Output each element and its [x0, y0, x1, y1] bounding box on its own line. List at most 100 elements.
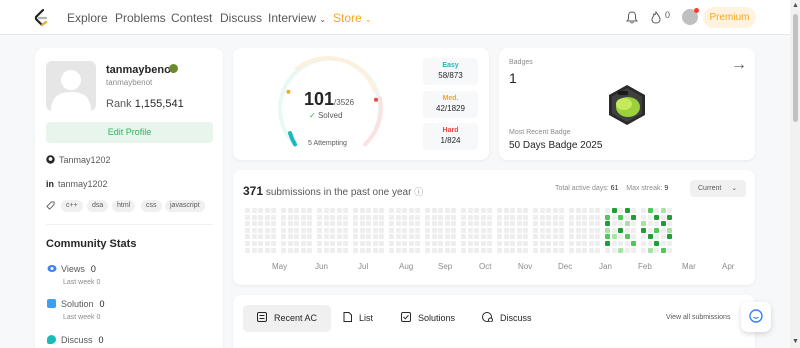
heatmap-cell[interactable]: [552, 221, 558, 227]
heatmap-cell[interactable]: [258, 221, 264, 227]
heatmap-cell[interactable]: [251, 227, 257, 233]
heatmap-cell[interactable]: [294, 208, 300, 213]
heatmap-cell[interactable]: [503, 214, 509, 220]
heatmap-cell[interactable]: [559, 214, 565, 220]
heatmap-cell[interactable]: [497, 241, 502, 246]
heatmap-cell[interactable]: [533, 208, 538, 213]
heatmap-cell[interactable]: [323, 208, 329, 213]
heatmap-cell[interactable]: [624, 221, 630, 227]
heatmap-cell[interactable]: [654, 241, 660, 246]
heatmap-cell[interactable]: [294, 214, 300, 220]
heatmap-cell[interactable]: [444, 234, 450, 240]
heatmap-cell[interactable]: [336, 221, 342, 227]
heatmap-cell[interactable]: [444, 241, 450, 246]
heatmap-cell[interactable]: [431, 214, 437, 220]
heatmap-cell[interactable]: [336, 227, 342, 233]
heatmap-cell[interactable]: [379, 241, 385, 246]
heatmap-cell[interactable]: [343, 227, 349, 233]
heatmap-cell[interactable]: [438, 221, 444, 227]
heatmap-cell[interactable]: [372, 214, 378, 220]
nav-store[interactable]: Store ⌄: [333, 11, 372, 25]
heatmap-cell[interactable]: [359, 227, 365, 233]
heatmap-cell[interactable]: [271, 247, 277, 253]
heatmap-cell[interactable]: [438, 247, 444, 253]
heatmap-cell[interactable]: [624, 241, 630, 246]
heatmap-cell[interactable]: [647, 221, 653, 227]
heatmap-cell[interactable]: [611, 227, 617, 233]
heatmap-cell[interactable]: [307, 227, 313, 233]
heatmap-cell[interactable]: [654, 227, 660, 233]
heatmap-cell[interactable]: [330, 247, 336, 253]
heatmap-cell[interactable]: [294, 241, 300, 246]
heatmap-cell[interactable]: [343, 234, 349, 240]
heatmap-cell[interactable]: [516, 247, 522, 253]
heatmap-cell[interactable]: [487, 221, 493, 227]
heatmap-cell[interactable]: [287, 241, 293, 246]
heatmap-cell[interactable]: [366, 247, 372, 253]
heatmap-cell[interactable]: [294, 221, 300, 227]
heatmap-cell[interactable]: [487, 214, 493, 220]
heatmap-cell[interactable]: [611, 241, 617, 246]
heatmap-cell[interactable]: [359, 208, 365, 213]
heatmap-cell[interactable]: [624, 208, 630, 213]
heatmap-cell[interactable]: [595, 247, 601, 253]
nav-interview[interactable]: Interview ⌄: [268, 11, 326, 25]
tab-recent-ac[interactable]: Recent AC: [243, 305, 332, 332]
heatmap-cell[interactable]: [402, 247, 408, 253]
heatmap-cell[interactable]: [467, 227, 473, 233]
heatmap-cell[interactable]: [271, 227, 277, 233]
heatmap-cell[interactable]: [467, 208, 473, 213]
heatmap-cell[interactable]: [264, 234, 270, 240]
heatmap-cell[interactable]: [287, 227, 293, 233]
heatmap-cell[interactable]: [510, 221, 516, 227]
skill-tag[interactable]: dsa: [87, 200, 109, 212]
heatmap-cell[interactable]: [402, 227, 408, 233]
heatmap-cell[interactable]: [647, 234, 653, 240]
heatmap-cell[interactable]: [300, 234, 306, 240]
heatmap-cell[interactable]: [503, 241, 509, 246]
heatmap-cell[interactable]: [497, 247, 502, 253]
heatmap-cell[interactable]: [497, 214, 502, 220]
heatmap-cell[interactable]: [641, 227, 646, 233]
heatmap-cell[interactable]: [281, 234, 286, 240]
heatmap-cell[interactable]: [631, 208, 637, 213]
heatmap-cell[interactable]: [618, 234, 624, 240]
heatmap-cell[interactable]: [294, 234, 300, 240]
heatmap-cell[interactable]: [582, 247, 588, 253]
heatmap-cell[interactable]: [510, 234, 516, 240]
heatmap-cell[interactable]: [300, 227, 306, 233]
skill-tag[interactable]: html: [112, 200, 136, 212]
heatmap-cell[interactable]: [264, 241, 270, 246]
heatmap-cell[interactable]: [647, 247, 653, 253]
heatmap-cell[interactable]: [395, 247, 401, 253]
heatmap-cell[interactable]: [474, 241, 480, 246]
heatmap-cell[interactable]: [582, 214, 588, 220]
heatmap-cell[interactable]: [251, 221, 257, 227]
heatmap-cell[interactable]: [245, 241, 250, 246]
heatmap-cell[interactable]: [588, 241, 594, 246]
heatmap-cell[interactable]: [618, 221, 624, 227]
heatmap-cell[interactable]: [480, 247, 486, 253]
heatmap-cell[interactable]: [559, 221, 565, 227]
heatmap-cell[interactable]: [444, 214, 450, 220]
heatmap-cell[interactable]: [588, 208, 594, 213]
heatmap-cell[interactable]: [307, 234, 313, 240]
hard-stat[interactable]: Hard 1/824: [423, 123, 478, 150]
heatmap-cell[interactable]: [307, 214, 313, 220]
heatmap-cell[interactable]: [618, 241, 624, 246]
heatmap-cell[interactable]: [425, 208, 430, 213]
heatmap-cell[interactable]: [516, 221, 522, 227]
scroll-down-icon[interactable]: ▼: [792, 338, 799, 345]
heatmap-cell[interactable]: [451, 227, 457, 233]
heatmap-cell[interactable]: [539, 241, 545, 246]
heatmap-cell[interactable]: [605, 208, 610, 213]
heatmap-cell[interactable]: [438, 227, 444, 233]
heatmap-cell[interactable]: [343, 221, 349, 227]
heatmap-cell[interactable]: [366, 227, 372, 233]
heatmap-cell[interactable]: [402, 214, 408, 220]
heatmap-cell[interactable]: [595, 214, 601, 220]
heatmap-cell[interactable]: [307, 247, 313, 253]
heatmap-cell[interactable]: [281, 214, 286, 220]
heatmap-cell[interactable]: [343, 214, 349, 220]
tab-list[interactable]: List: [343, 305, 373, 332]
